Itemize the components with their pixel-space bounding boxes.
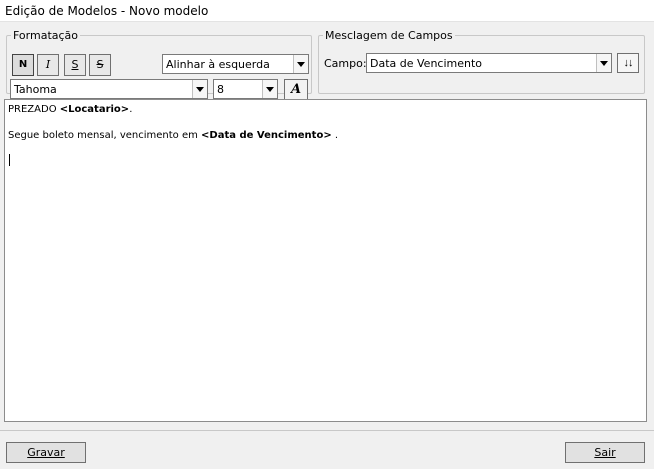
font-size-select[interactable]: 8 xyxy=(213,79,278,99)
campo-value: Data de Vencimento xyxy=(370,57,483,70)
font-size-value: 8 xyxy=(217,83,224,96)
insert-field-button[interactable]: ↓↓ xyxy=(617,53,639,73)
title-bar: Edição de Modelos - Novo modelo xyxy=(0,0,654,22)
font-value: Tahoma xyxy=(14,83,57,96)
strikethrough-button[interactable]: S xyxy=(89,54,111,76)
footer-divider xyxy=(0,430,654,431)
font-select[interactable]: Tahoma xyxy=(10,79,208,99)
save-button[interactable]: Gravar xyxy=(6,442,86,463)
line2-suffix: . xyxy=(331,130,339,141)
exit-button-label: Sair xyxy=(594,446,616,459)
exit-button[interactable]: Sair xyxy=(565,442,645,463)
line2-prefix: Segue boleto mensal, vencimento em xyxy=(8,130,202,141)
campo-select[interactable]: Data de Vencimento xyxy=(366,53,612,73)
text-caret xyxy=(9,154,10,166)
merge-field-locatario: <Locatario> xyxy=(59,104,130,115)
formatting-legend: Formatação xyxy=(13,29,79,42)
bold-button[interactable]: N xyxy=(12,54,34,76)
line1-prefix: PREZADO xyxy=(8,104,60,115)
chevron-down-icon[interactable] xyxy=(262,80,277,98)
formatting-group: Formatação N I S S Alinhar à esquerda Ta… xyxy=(6,29,312,100)
editor-line-1: PREZADO <Locatario>. xyxy=(8,104,132,115)
save-button-label: Gravar xyxy=(27,446,65,459)
chevron-down-icon[interactable] xyxy=(293,55,308,73)
campo-label: Campo: xyxy=(324,57,367,70)
field-merge-group: Mesclagem de Campos Campo: Data de Venci… xyxy=(318,30,645,94)
underline-button[interactable]: S xyxy=(64,54,86,76)
alignment-select[interactable]: Alinhar à esquerda xyxy=(162,54,309,74)
editor-line-2: Segue boleto mensal, vencimento em <Data… xyxy=(8,130,338,141)
font-color-button[interactable]: A xyxy=(284,79,308,100)
chevron-down-icon[interactable] xyxy=(192,80,207,98)
template-editor[interactable]: PREZADO <Locatario>. Segue boleto mensal… xyxy=(4,99,647,422)
line1-suffix: . xyxy=(129,104,133,115)
merge-field-data-vencimento: <Data de Vencimento> xyxy=(201,130,332,141)
italic-button[interactable]: I xyxy=(37,54,59,76)
field-merge-legend: Mesclagem de Campos xyxy=(325,29,453,42)
window-title: Edição de Modelos - Novo modelo xyxy=(5,4,209,18)
chevron-down-icon[interactable] xyxy=(596,54,611,72)
alignment-value: Alinhar à esquerda xyxy=(166,58,270,71)
